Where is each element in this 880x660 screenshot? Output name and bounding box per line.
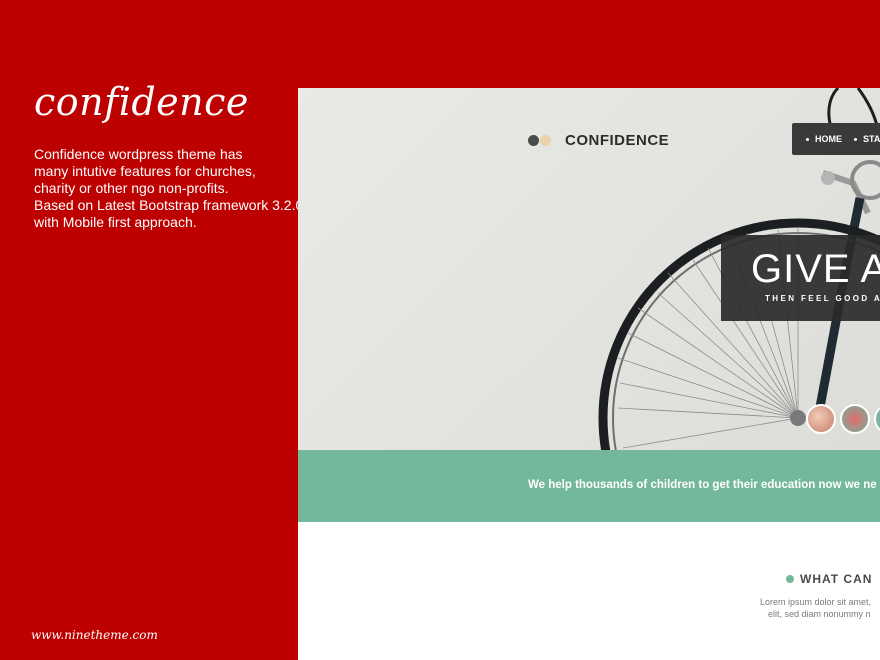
logo-dot-light-icon xyxy=(540,135,551,146)
promo-description-line: charity or other ngo non-profits. xyxy=(34,180,229,196)
promo-description-line: Based on Latest Bootstrap framework 3.2.… xyxy=(34,197,304,213)
promo-website-link[interactable]: www.ninetheme.com xyxy=(31,628,158,642)
slide-heading: GIVE A xyxy=(751,247,880,291)
bullet-dot-icon xyxy=(786,575,794,583)
services-section: WHAT CAN Lorem ipsum dolor sit amet, eli… xyxy=(298,522,880,660)
promo-description-line: Confidence wordpress theme has xyxy=(34,146,243,162)
section-description-line: elit, sed diam nonummy n xyxy=(768,609,871,619)
slider-thumbnail[interactable] xyxy=(874,404,880,434)
promo-title: confidence xyxy=(34,80,249,124)
theme-preview: CONFIDENCE HOME STA GIVE A THEN FEEL GOO… xyxy=(298,88,880,660)
logo-text: CONFIDENCE xyxy=(565,132,670,149)
section-description: Lorem ipsum dolor sit amet, elit, sed di… xyxy=(760,596,871,620)
slide-caption: GIVE A THEN FEEL GOOD A xyxy=(721,235,880,321)
section-title: WHAT CAN xyxy=(786,572,872,586)
slider-thumbnail[interactable] xyxy=(806,404,836,434)
section-title-text: WHAT CAN xyxy=(800,572,873,586)
hero-slider: CONFIDENCE HOME STA GIVE A THEN FEEL GOO… xyxy=(298,88,880,450)
site-logo[interactable]: CONFIDENCE xyxy=(528,132,669,149)
main-nav: HOME STA xyxy=(792,123,880,155)
promo-description-line: with Mobile first approach. xyxy=(34,214,197,230)
section-description-line: Lorem ipsum dolor sit amet, xyxy=(760,597,872,607)
nav-item-sta[interactable]: STA xyxy=(854,134,880,144)
logo-dot-dark-icon xyxy=(528,135,539,146)
nav-item-home[interactable]: HOME xyxy=(806,134,842,144)
slide-subheading: THEN FEEL GOOD A xyxy=(765,294,880,303)
mission-text: We help thousands of children to get the… xyxy=(528,479,877,491)
slider-thumbnail[interactable] xyxy=(840,404,870,434)
promo-description: Confidence wordpress theme has many intu… xyxy=(34,146,304,231)
slider-thumbnails xyxy=(806,404,880,434)
promo-description-line: many intutive features for churches, xyxy=(34,163,256,179)
mission-band: We help thousands of children to get the… xyxy=(298,450,880,522)
